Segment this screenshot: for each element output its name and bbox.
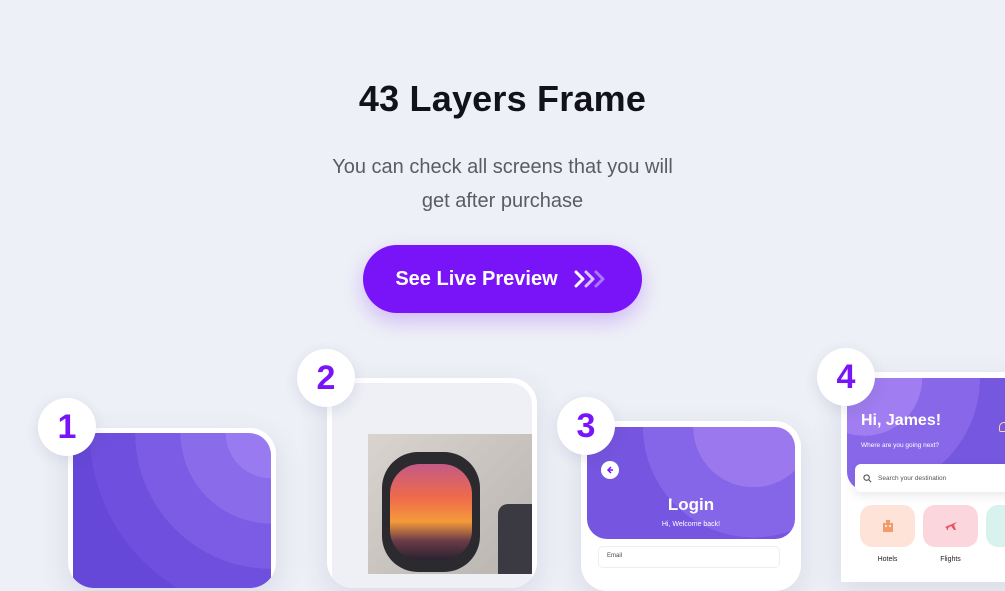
search-placeholder: Search your destination xyxy=(878,474,947,482)
see-live-preview-button[interactable]: See Live Preview xyxy=(363,245,642,313)
subtitle-line-2: get after purchase xyxy=(421,190,584,212)
email-field[interactable]: Email xyxy=(599,547,779,567)
greeting: Hi, James! xyxy=(861,412,942,429)
triple-chevron-right-icon xyxy=(574,269,610,289)
category-flights[interactable] xyxy=(923,505,978,547)
login-subtitle: Hi, Welcome back! xyxy=(661,521,721,528)
page-subtitle: You can check all screens that you will … xyxy=(0,150,1005,218)
subtitle-line-1: You can check all screens that you will xyxy=(332,156,673,178)
category-hotels[interactable] xyxy=(860,505,915,547)
where-question: Where are you going next? xyxy=(861,442,940,449)
page-title: 43 Layers Frame xyxy=(358,78,647,119)
screen-preview-2[interactable] xyxy=(327,378,537,588)
airplane-icon xyxy=(944,522,957,530)
screen-number-badge-1: 1 xyxy=(38,398,96,456)
screen-number-badge-2: 2 xyxy=(297,349,355,407)
category-label-flights: Flights xyxy=(940,556,961,563)
airplane-window-image xyxy=(368,434,532,574)
hotel-icon xyxy=(882,520,893,532)
sunset-view xyxy=(390,464,472,560)
see-live-preview-label: See Live Preview xyxy=(395,267,558,290)
screen-preview-3[interactable]: Login Hi, Welcome back! Email xyxy=(581,421,801,591)
category-more[interactable] xyxy=(986,505,1005,547)
screen-preview-4[interactable]: Hi, James! Where are you going next? Sea… xyxy=(841,372,1005,582)
search-icon xyxy=(863,473,872,482)
back-arrow-icon[interactable] xyxy=(601,461,619,479)
screen-number-badge-4: 4 xyxy=(817,348,875,406)
category-label-hotels: Hotels xyxy=(877,556,898,563)
login-title: Login xyxy=(667,495,715,514)
screen-number-badge-3: 3 xyxy=(557,397,615,455)
destination-search-input[interactable]: Search your destination xyxy=(855,464,1005,492)
login-header: Login Hi, Welcome back! xyxy=(587,427,795,539)
seat-shadow xyxy=(498,504,532,574)
bell-icon[interactable] xyxy=(999,422,1005,432)
screen-preview-1[interactable] xyxy=(68,428,276,588)
